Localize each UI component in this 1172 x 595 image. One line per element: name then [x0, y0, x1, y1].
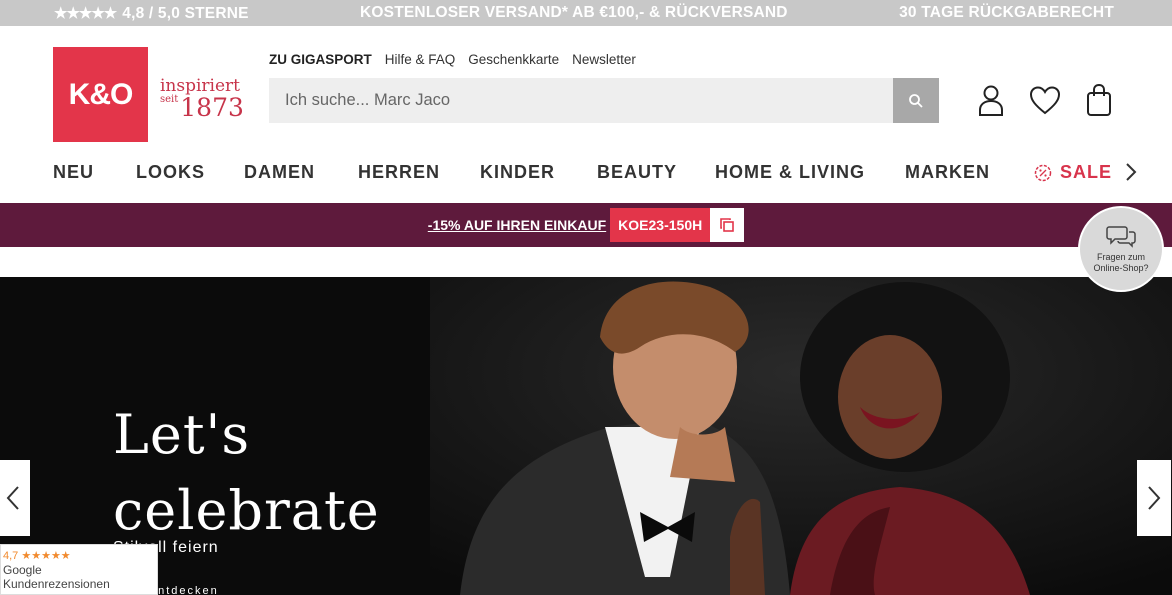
hero-title-line-2: celebrate: [113, 479, 380, 542]
heart-icon: [1029, 86, 1061, 115]
nav-item-herren[interactable]: HERREN: [358, 162, 440, 183]
review-provider: Google: [3, 563, 42, 577]
chevron-right-icon: [1126, 163, 1137, 181]
chat-widget[interactable]: Fragen zum Online-Shop?: [1078, 206, 1164, 292]
service-links: ZU GIGASPORT Hilfe & FAQ Geschenkkarte N…: [269, 52, 636, 67]
hero-title-line-1: Let's: [113, 403, 251, 466]
tagline-line-2: seit: [160, 94, 179, 105]
hero-cta-link[interactable]: entdecken: [150, 585, 219, 595]
promo-code: KOE23-150H: [610, 208, 711, 242]
nav-item-home-living[interactable]: HOME & LIVING: [715, 162, 865, 183]
tagline-year: 1873: [180, 93, 244, 122]
copy-code-button[interactable]: [710, 208, 745, 242]
rating-info[interactable]: ★★★★★ 4,8 / 5,0 STERNE: [54, 4, 249, 23]
shipping-info[interactable]: KOSTENLOSER VERSAND* AB €100,- & RÜCKVER…: [360, 4, 788, 22]
logo-text: K&O: [68, 77, 134, 111]
google-review-badge[interactable]: 4,7 ★★★★★ Google Kundenrezensionen: [0, 544, 158, 595]
hero-banner[interactable]: Let's celebrate Stilvoll feiern entdecke…: [0, 277, 1172, 595]
returns-info[interactable]: 30 TAGE RÜCKGABERECHT: [899, 4, 1114, 22]
link-gigasport[interactable]: ZU GIGASPORT: [269, 52, 372, 67]
link-newsletter[interactable]: Newsletter: [572, 52, 636, 67]
review-label: Kundenrezensionen: [3, 577, 110, 591]
nav-item-damen[interactable]: DAMEN: [244, 162, 315, 183]
link-help-faq[interactable]: Hilfe & FAQ: [385, 52, 456, 67]
account-button[interactable]: [974, 82, 1008, 118]
bag-icon: [1087, 83, 1111, 116]
brand-tagline: inspiriert seit1873: [160, 78, 244, 122]
copy-icon: [720, 218, 735, 232]
chat-label-line-1: Fragen zum: [1096, 252, 1145, 262]
hero-photo: [430, 277, 1172, 595]
user-icon: [979, 85, 1003, 116]
review-rating: 4,7 ★★★★★: [3, 549, 155, 563]
chevron-left-icon: [6, 486, 19, 510]
review-stars: ★★★★★: [21, 550, 71, 562]
chevron-right-icon: [1148, 486, 1161, 510]
nav-item-kinder[interactable]: KINDER: [480, 162, 555, 183]
nav-item-neu[interactable]: NEU: [53, 162, 94, 183]
chat-bubbles-icon: [1106, 226, 1136, 248]
main-navigation: NEU LOOKS DAMEN HERREN KINDER BEAUTY HOM…: [53, 160, 1143, 184]
nav-next-button[interactable]: [1125, 162, 1137, 187]
nav-item-beauty[interactable]: BEAUTY: [597, 162, 677, 183]
nav-item-sale[interactable]: SALE: [1034, 162, 1112, 183]
top-info-bar: ★★★★★ 4,8 / 5,0 STERNE KOSTENLOSER VERSAN…: [0, 0, 1172, 26]
nav-sale-label: SALE: [1060, 162, 1113, 182]
nav-item-marken[interactable]: MARKEN: [905, 162, 990, 183]
promo-text-link[interactable]: -15% AUF IHREN EINKAUF: [428, 217, 606, 233]
chat-label-line-2: Online-Shop?: [1093, 263, 1149, 273]
wishlist-button[interactable]: [1028, 82, 1062, 118]
brand-logo[interactable]: K&O: [53, 47, 148, 142]
review-score: 4,7: [3, 550, 19, 562]
rating-text: 4,8 / 5,0 STERNE: [122, 4, 249, 22]
percent-badge-icon: [1034, 164, 1052, 181]
link-gift-card[interactable]: Geschenkkarte: [468, 52, 559, 67]
hero-title: Let's celebrate: [113, 397, 380, 549]
rating-stars: ★★★★★: [54, 4, 117, 22]
search-button[interactable]: [893, 78, 939, 123]
header-icons: [974, 82, 1116, 118]
promo-banner: -15% AUF IHREN EINKAUF KOE23-150H: [0, 203, 1172, 247]
search-input[interactable]: [269, 78, 893, 123]
chat-label: Fragen zum Online-Shop?: [1093, 252, 1148, 274]
search-icon: [909, 93, 923, 108]
slider-next-button[interactable]: [1137, 460, 1171, 536]
slider-prev-button[interactable]: [0, 460, 30, 536]
cart-button[interactable]: [1082, 82, 1116, 118]
nav-item-looks[interactable]: LOOKS: [136, 162, 205, 183]
search-bar: [269, 78, 939, 123]
